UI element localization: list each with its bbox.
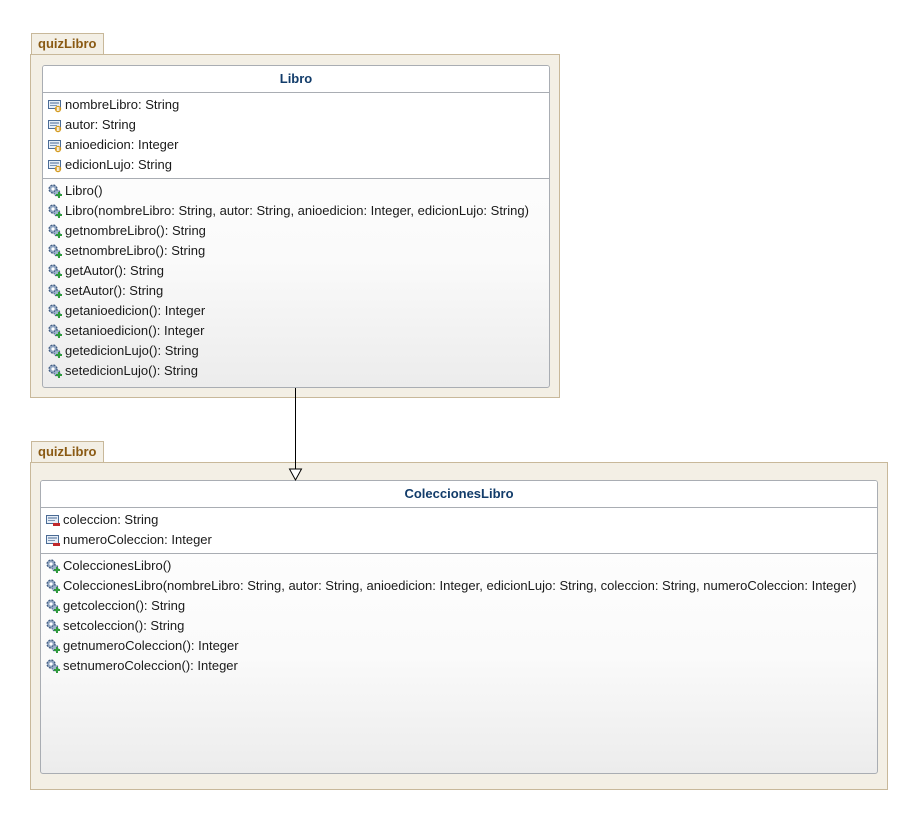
relationship-layer — [288, 388, 303, 482]
generalization-arrowhead — [288, 468, 303, 482]
